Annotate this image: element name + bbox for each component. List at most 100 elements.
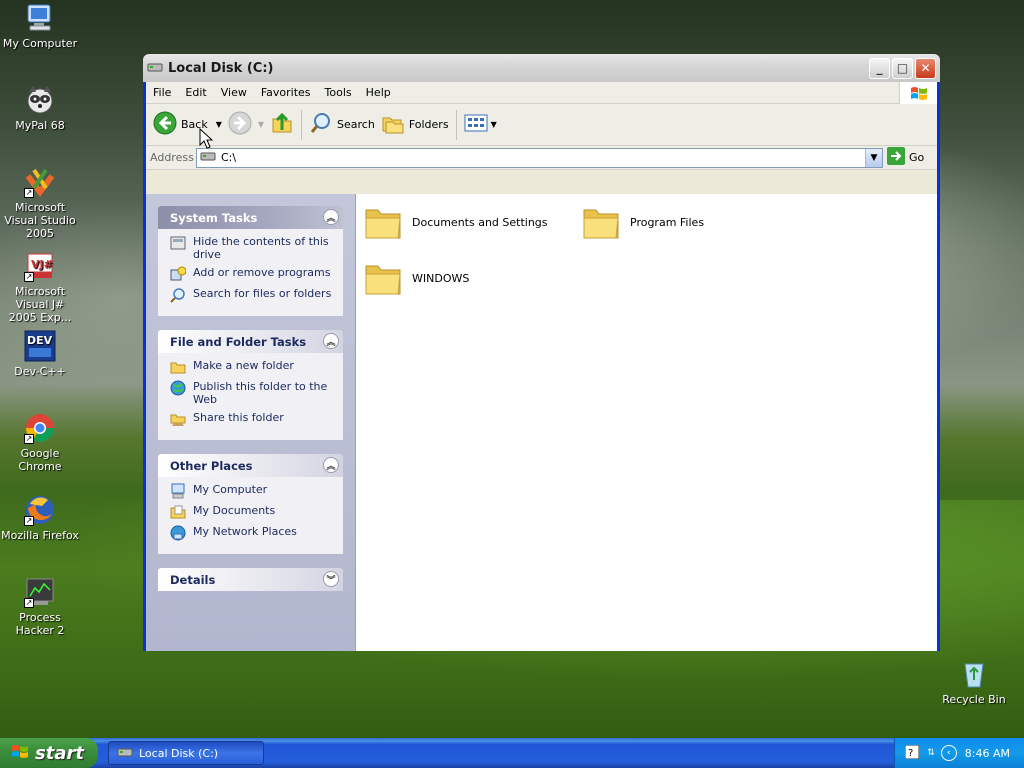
new-folder-icon [170,359,186,375]
folder-item[interactable]: WINDOWS [364,260,469,296]
go-button[interactable]: Go [887,147,933,168]
folder-icon [364,260,402,296]
share-folder-icon [170,411,186,427]
folder-icon [582,204,620,240]
desktop-icon-label: Google Chrome [18,447,62,473]
desktop-icon-devcpp[interactable]: DEV Dev-C++ [0,330,80,378]
other-places-header[interactable]: Other Places ︽ [158,454,343,477]
back-button[interactable]: Back ▼ [150,108,225,142]
task-publish-web[interactable]: Publish this folder to the Web [170,380,335,406]
desktop-icon-firefox[interactable]: ↗ Mozilla Firefox [0,494,80,542]
folder-item[interactable]: Program Files [582,204,704,240]
expand-chevron-icon[interactable]: ︾ [323,571,339,587]
menu-help[interactable]: Help [359,86,398,99]
forward-arrow-icon [228,111,252,138]
recycle-bin-icon [958,658,990,690]
task-search-files[interactable]: Search for files or folders [170,287,335,303]
collapse-chevron-icon[interactable]: ︽ [323,333,339,349]
svg-text:VJ#: VJ# [31,258,53,271]
computer-icon [24,2,56,34]
chrome-icon: ↗ [24,412,56,444]
menu-edit[interactable]: Edit [178,86,213,99]
task-new-folder[interactable]: Make a new folder [170,359,335,375]
system-tasks-header[interactable]: System Tasks ︽ [158,206,343,229]
desktop-icon-mypal[interactable]: MyPal 68 [0,84,80,132]
globe-icon [170,380,186,396]
desktop-icon-recycle-bin[interactable]: Recycle Bin [934,658,1014,706]
menu-bar: File Edit View Favorites Tools Help [146,82,937,104]
file-folder-tasks-header[interactable]: File and Folder Tasks ︽ [158,330,343,353]
forward-button[interactable]: ▼ [225,108,267,142]
taskbar-window-button[interactable]: Local Disk (C:) [108,741,264,765]
desktop-icon-label: Recycle Bin [942,693,1006,706]
hide-contents-icon [170,235,186,251]
folders-button[interactable]: Folders [378,108,452,142]
computer-icon [170,483,186,499]
back-dropdown-icon[interactable]: ▼ [216,120,222,129]
folder-item[interactable]: Documents and Settings [364,204,548,240]
toolbar: Back ▼ ▼ Search Folders ▼ [146,104,937,146]
network-icon [170,525,186,541]
menu-favorites[interactable]: Favorites [254,86,318,99]
shortcut-arrow-icon: ↗ [24,516,34,526]
desktop-icon-label: Microsoft Visual Studio 2005 [4,201,76,240]
task-hide-contents[interactable]: Hide the contents of this drive [170,235,335,261]
folders-icon [381,111,405,138]
menu-view[interactable]: View [214,86,254,99]
collapse-chevron-icon[interactable]: ︽ [323,209,339,225]
up-folder-icon [270,111,294,138]
title-bar[interactable]: Local Disk (C:) _ □ ✕ [143,54,940,82]
shortcut-arrow-icon: ↗ [24,188,34,198]
maximize-button[interactable]: □ [892,57,913,79]
devcpp-icon: DEV [24,330,56,362]
documents-folder-icon [170,504,186,520]
minimize-button[interactable]: _ [869,57,890,79]
desktop-icon-visual-studio[interactable]: ↗ Microsoft Visual Studio 2005 [0,166,80,240]
firefox-icon: ↗ [24,494,56,526]
collapse-chevron-icon[interactable]: ︽ [323,457,339,473]
toolbar-separator [301,109,303,140]
place-my-documents[interactable]: My Documents [170,504,335,520]
task-add-remove-programs[interactable]: Add or remove programs [170,266,335,282]
address-value: C:\ [221,151,237,164]
system-tray: ? ⇅ ‹ 8:46 AM [894,738,1024,768]
views-icon [464,113,488,136]
explorer-window: Local Disk (C:) _ □ ✕ File Edit View Fav… [143,54,940,651]
up-folder-button[interactable] [267,108,297,142]
address-dropdown-icon[interactable]: ▼ [865,148,882,167]
shortcut-arrow-icon: ↗ [24,434,34,444]
desktop-icon-process-hacker[interactable]: ↗ Process Hacker 2 [0,576,80,637]
go-arrow-icon [887,147,905,168]
network-tray-icon[interactable]: ⇅ [927,748,935,758]
file-list: Documents and Settings Program Files WIN… [356,194,937,651]
search-button[interactable]: Search [306,108,378,142]
start-button[interactable]: start [0,738,98,768]
place-my-network[interactable]: My Network Places [170,525,335,541]
desktop-icon-my-computer[interactable]: My Computer [0,2,80,50]
address-bar: Address C:\ ▼ Go [146,146,937,170]
close-button[interactable]: ✕ [915,57,936,79]
shortcut-arrow-icon: ↗ [24,598,34,608]
window-title: Local Disk (C:) [168,60,274,76]
desktop-icon-visual-jsharp[interactable]: VJ# ↗ Microsoft Visual J# 2005 Exp... [0,250,80,324]
menu-file[interactable]: File [146,86,178,99]
details-header[interactable]: Details ︾ [158,568,343,591]
place-my-computer[interactable]: My Computer [170,483,335,499]
system-tasks-panel: System Tasks ︽ Hide the contents of this… [158,206,343,316]
add-remove-programs-icon [170,266,187,282]
file-folder-tasks-panel: File and Folder Tasks ︽ Make a new folde… [158,330,343,440]
menu-tools[interactable]: Tools [318,86,359,99]
desktop-icon-label: Microsoft Visual J# 2005 Exp... [8,285,72,324]
explorer-body: System Tasks ︽ Hide the contents of this… [146,194,937,651]
svg-text:DEV: DEV [27,334,53,347]
task-share-folder[interactable]: Share this folder [170,411,335,427]
address-input[interactable]: C:\ ▼ [196,147,883,168]
other-places-panel: Other Places ︽ My Computer My Documents [158,454,343,554]
views-dropdown-icon[interactable]: ▼ [491,120,497,129]
windows-flag-icon [10,742,30,765]
views-button[interactable]: ▼ [461,108,500,142]
expand-tray-icon[interactable]: ‹ [940,745,957,761]
help-icon[interactable]: ? [904,744,920,762]
details-panel: Details ︾ [158,568,343,591]
desktop-icon-chrome[interactable]: ↗ Google Chrome [0,412,80,473]
